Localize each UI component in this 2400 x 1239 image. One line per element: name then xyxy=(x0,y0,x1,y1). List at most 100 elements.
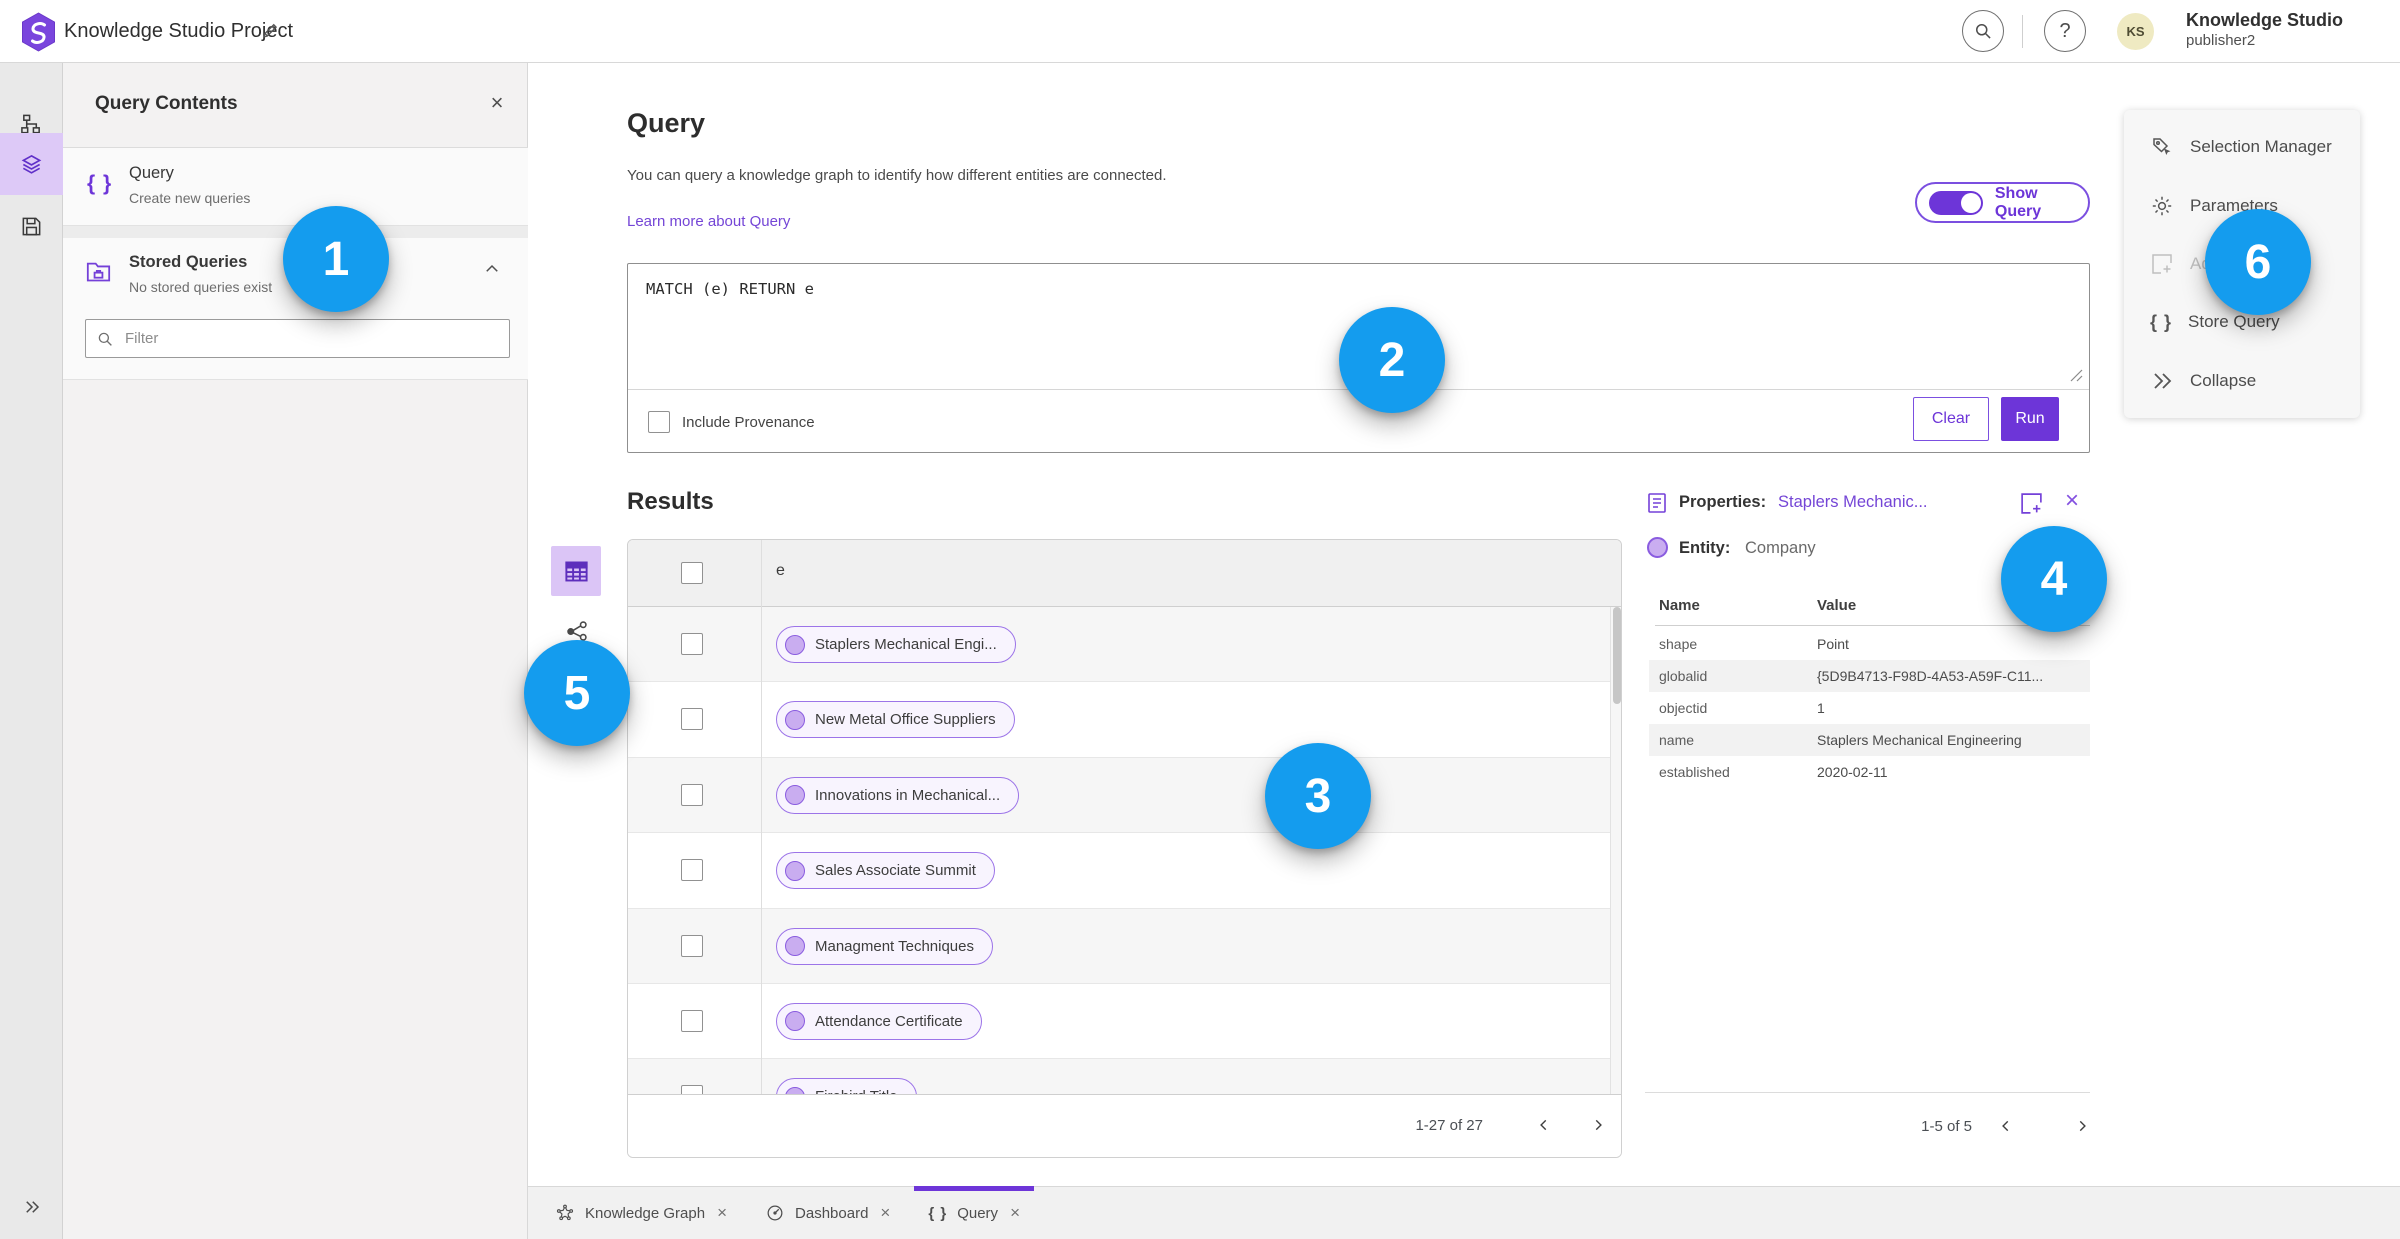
menu-item-selection-manager[interactable]: Selection Manager xyxy=(2124,119,2360,175)
annotation-circle-1: 1 xyxy=(283,206,389,312)
save-button[interactable] xyxy=(0,195,63,257)
entity-node-icon xyxy=(1647,537,1668,558)
parameters-icon xyxy=(2150,194,2174,218)
search-icon xyxy=(96,330,114,348)
chevron-right-icon xyxy=(1591,1118,1605,1132)
provenance-checkbox[interactable] xyxy=(648,411,670,433)
show-query-toggle[interactable]: Show Query xyxy=(1915,182,2090,223)
results-prev-page-button[interactable] xyxy=(1529,1110,1559,1140)
sidebar-item-query[interactable]: { } Query Create new queries xyxy=(63,148,528,226)
table-row: Firebird Title xyxy=(628,1059,1610,1094)
entity-node-icon xyxy=(785,785,805,806)
entity-pill[interactable]: Staplers Mechanical Engi... xyxy=(776,626,1016,663)
chevron-up-icon[interactable] xyxy=(483,260,501,278)
table-row: Managment Techniques xyxy=(628,908,1610,984)
row-checkbox[interactable] xyxy=(681,934,703,957)
property-name: shape xyxy=(1659,636,1698,652)
row-checkbox[interactable] xyxy=(681,859,703,882)
layers-icon xyxy=(20,153,43,176)
entity-pill[interactable]: New Metal Office Suppliers xyxy=(776,701,1015,739)
filter-input[interactable] xyxy=(125,330,499,347)
properties-entity-link[interactable]: Staplers Mechanic... xyxy=(1778,493,1927,512)
row-checkbox[interactable] xyxy=(681,708,703,731)
braces-icon: { } xyxy=(2150,311,2173,332)
learn-more-link[interactable]: Learn more about Query xyxy=(627,213,790,230)
property-row: globalid {5D9B4713-F98D-4A53-A59F-C11... xyxy=(1649,660,2090,692)
property-row: name Staplers Mechanical Engineering xyxy=(1649,724,2090,756)
table-row: Sales Associate Summit xyxy=(628,833,1610,909)
property-name: objectid xyxy=(1659,700,1708,716)
results-table-header: e xyxy=(628,540,1621,607)
entity-pill-label: New Metal Office Suppliers xyxy=(815,711,996,729)
help-button[interactable]: ? xyxy=(2044,10,2086,52)
entity-pill[interactable]: Innovations in Mechanical... xyxy=(776,776,1020,814)
entity-node-icon xyxy=(785,634,805,655)
tab-close-icon[interactable]: × xyxy=(717,1203,727,1223)
entity-pill[interactable]: Firebird Title xyxy=(776,1078,917,1094)
properties-pagination-label: 1-5 of 5 xyxy=(1921,1118,1972,1135)
entity-pill[interactable]: Attendance Certificate xyxy=(776,1002,982,1040)
properties-close-icon[interactable]: × xyxy=(2061,489,2083,513)
dashboard-icon xyxy=(765,1203,785,1223)
top-header: Knowledge Studio Project ? KS Knowledge … xyxy=(0,0,2400,63)
row-checkbox[interactable] xyxy=(681,1085,703,1094)
results-pagination-label: 1-27 of 27 xyxy=(1415,1117,1483,1134)
properties-prev-page-button[interactable] xyxy=(1991,1111,2021,1141)
entity-pill[interactable]: Sales Associate Summit xyxy=(776,852,995,890)
include-provenance-option[interactable]: Include Provenance xyxy=(648,400,815,444)
expand-rail-button[interactable] xyxy=(0,1176,63,1238)
menu-item-label: Collapse xyxy=(2190,370,2257,390)
save-icon xyxy=(20,215,43,238)
row-checkbox[interactable] xyxy=(681,1009,703,1032)
menu-item-collapse[interactable]: Collapse xyxy=(2124,353,2360,409)
scrollbar-thumb[interactable] xyxy=(1613,607,1621,704)
braces-icon: { } xyxy=(87,172,113,195)
annotation-circle-4: 4 xyxy=(2001,526,2107,632)
table-row: Innovations in Mechanical... xyxy=(628,757,1610,834)
tab-close-icon[interactable]: × xyxy=(1010,1203,1020,1223)
tab-close-icon[interactable]: × xyxy=(880,1203,890,1223)
edit-title-icon[interactable] xyxy=(260,21,280,41)
resize-handle-icon[interactable] xyxy=(2070,369,2083,382)
property-name: globalid xyxy=(1659,668,1708,684)
clear-button[interactable]: Clear xyxy=(1913,397,1989,441)
row-checkbox[interactable] xyxy=(681,783,703,806)
tab-knowledge-graph[interactable]: Knowledge Graph × xyxy=(541,1187,741,1239)
property-value: Point xyxy=(1817,636,1849,652)
layers-button[interactable] xyxy=(0,133,63,195)
entity-node-icon xyxy=(785,860,805,881)
results-scrollbar[interactable] xyxy=(1610,607,1621,1094)
tab-dashboard[interactable]: Dashboard × xyxy=(751,1187,904,1239)
entity-node-icon xyxy=(785,936,805,957)
property-name: established xyxy=(1659,764,1730,780)
row-checkbox[interactable] xyxy=(681,633,703,655)
user-name: Knowledge Studio xyxy=(2186,10,2343,30)
panel-close-icon[interactable]: × xyxy=(487,92,507,114)
run-button[interactable]: Run xyxy=(2001,397,2059,441)
stored-queries-filter xyxy=(85,319,510,358)
tab-label: Knowledge Graph xyxy=(585,1204,706,1222)
user-avatar[interactable]: KS xyxy=(2117,13,2154,50)
entity-label: Entity: xyxy=(1679,539,1731,557)
results-table: e Staplers Mechanical Engi... New Metal O… xyxy=(627,539,1622,1158)
entity-pill[interactable]: Managment Techniques xyxy=(776,927,993,965)
table-row: Staplers Mechanical Engi... xyxy=(628,607,1610,683)
tab-query[interactable]: { } Query × xyxy=(914,1186,1034,1239)
user-role: publisher2 xyxy=(2186,32,2256,49)
properties-next-page-button[interactable] xyxy=(2067,1111,2097,1141)
main-content: Query You can query a knowledge graph to… xyxy=(528,63,2400,1186)
property-value: 2020-02-11 xyxy=(1817,764,1888,780)
select-all-checkbox[interactable] xyxy=(681,562,703,584)
results-next-page-button[interactable] xyxy=(1583,1110,1613,1140)
search-button[interactable] xyxy=(1962,10,2004,52)
table-view-button[interactable] xyxy=(551,546,601,596)
prop-footer-divider xyxy=(1645,1092,2090,1093)
add-to-map-icon[interactable] xyxy=(2019,491,2044,516)
page-title: Query xyxy=(627,108,706,138)
table-row: New Metal Office Suppliers xyxy=(628,682,1610,758)
braces-icon: { } xyxy=(928,1204,948,1222)
prop-name-header: Name xyxy=(1659,597,1700,614)
panel-title: Query Contents xyxy=(95,93,238,114)
annotation-circle-3: 3 xyxy=(1265,743,1371,849)
property-row: shape Point xyxy=(1649,628,2090,660)
